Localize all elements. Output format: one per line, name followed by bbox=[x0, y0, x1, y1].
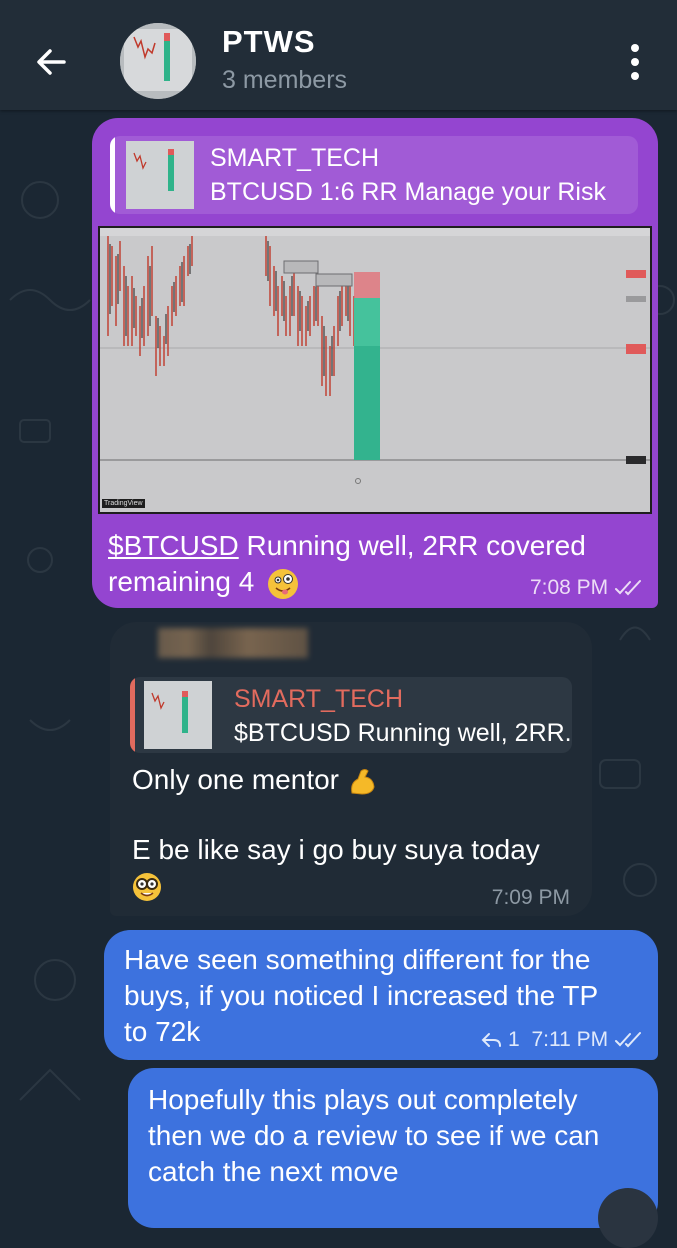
flexed-biceps-emoji-icon bbox=[347, 767, 377, 797]
reply-preview[interactable]: SMART_TECH $BTCUSD Running well, 2RR... bbox=[130, 677, 572, 753]
reply-snippet: BTCUSD 1:6 RR Manage your Risk bbox=[210, 178, 606, 206]
message-text-line2: then we do a review to see if we can bbox=[148, 1120, 600, 1151]
double-check-icon bbox=[615, 580, 641, 596]
chart-image[interactable]: TradingView bbox=[98, 226, 652, 514]
group-avatar[interactable] bbox=[120, 23, 196, 99]
reply-author: SMART_TECH bbox=[210, 144, 380, 172]
scroll-down-button[interactable] bbox=[598, 1188, 658, 1248]
reply-thumbnail bbox=[126, 141, 194, 209]
member-count: 3 members bbox=[222, 66, 348, 94]
incoming-message-bubble[interactable]: SMART_TECH $BTCUSD Running well, 2RR... … bbox=[110, 622, 592, 916]
reply-arrow-icon bbox=[481, 1033, 502, 1048]
tradingview-watermark: TradingView bbox=[102, 499, 145, 508]
message-text-line2: buys, if you noticed I increased the TP bbox=[124, 980, 599, 1011]
more-options-button[interactable] bbox=[623, 40, 647, 84]
double-check-icon bbox=[615, 1032, 641, 1048]
message-text-line1: Hopefully this plays out completely bbox=[148, 1084, 578, 1115]
outgoing-message-bubble[interactable]: Hopefully this plays out completely then… bbox=[128, 1068, 658, 1228]
nerd-face-emoji-icon bbox=[132, 872, 162, 902]
more-vert-icon bbox=[623, 44, 647, 80]
chat-title[interactable]: PTWS bbox=[222, 24, 316, 60]
back-button[interactable] bbox=[30, 40, 74, 84]
message-text-line2: E be like say i go buy suya today bbox=[132, 834, 540, 865]
message-time: 7:08 PM bbox=[530, 576, 644, 600]
reply-snippet: $BTCUSD Running well, 2RR... bbox=[234, 719, 572, 747]
back-arrow-icon bbox=[37, 49, 66, 75]
message-text-line3: catch the next move bbox=[148, 1156, 399, 1187]
message-text-line3: to 72k bbox=[124, 1016, 201, 1047]
message-text: Only one mentor bbox=[132, 762, 377, 797]
message-text-line1: Have seen something different for the bbox=[124, 944, 591, 975]
reply-author: SMART_TECH bbox=[234, 685, 404, 713]
message-meta[interactable]: 1 7:11 PM bbox=[480, 1028, 644, 1052]
reply-count: 1 bbox=[507, 1028, 520, 1051]
message-text-line2: remaining 4 bbox=[108, 564, 299, 599]
message-time: 7:11 PM bbox=[531, 1028, 609, 1051]
message-time: 7:09 PM bbox=[491, 886, 570, 909]
outgoing-message-bubble[interactable]: SMART_TECH BTCUSD 1:6 RR Manage your Ris… bbox=[92, 118, 658, 608]
zany-face-emoji-icon bbox=[268, 568, 299, 599]
reply-preview[interactable]: SMART_TECH BTCUSD 1:6 RR Manage your Ris… bbox=[110, 136, 638, 214]
chat-header: PTWS 3 members bbox=[0, 0, 677, 110]
outgoing-message-bubble[interactable]: Have seen something different for the bu… bbox=[104, 930, 658, 1060]
chart-thumbnail-icon bbox=[120, 23, 196, 99]
reply-thumbnail bbox=[144, 681, 212, 749]
message-text: $BTCUSD Running well, 2RR covered bbox=[108, 530, 586, 561]
ticker-link[interactable]: $BTCUSD bbox=[108, 530, 239, 561]
sender-name-blurred bbox=[158, 628, 308, 658]
